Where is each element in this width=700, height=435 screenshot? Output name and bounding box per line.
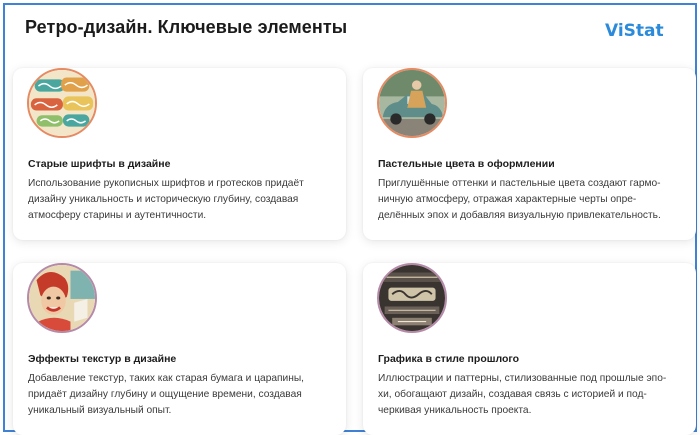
card-text-line: Приглушённые оттенки и пастельные цвета … <box>378 178 661 189</box>
card-text-line: придаёт дизайну глубину и ощущение време… <box>28 389 302 400</box>
card-title: Старые шрифты в дизайне <box>28 158 171 170</box>
card-text-line: черкивая уникальность проекта. <box>378 405 532 416</box>
card-text-line: Использование рукописных шрифтов и гроте… <box>28 178 304 189</box>
card-retro-graphics: Графика в стиле прошлого Иллюстрации и п… <box>363 263 696 435</box>
card-text: Приглушённые оттенки и пастельные цвета … <box>378 176 688 224</box>
card-title: Графика в стиле прошлого <box>378 353 520 365</box>
card-text-line: уникальный визуальный опыт. <box>28 405 172 416</box>
pinup-poster-icon <box>27 263 97 333</box>
victorian-typography-icon <box>377 263 447 333</box>
card-text-line: Добавление текстур, таких как старая бум… <box>28 373 305 384</box>
page-title: Ретро-дизайн. Ключевые элементы <box>25 17 348 37</box>
card-title: Эффекты текстур в дизайне <box>28 353 177 365</box>
card-text-line: атмосферу старины и аутентичности. <box>28 210 207 221</box>
card-text-line: дизайну уникальность и историческую глуб… <box>28 194 299 205</box>
card-old-fonts: Старые шрифты в дизайне Использование ру… <box>13 68 346 240</box>
card-texture-effects: Эффекты текстур в дизайне Добавление тек… <box>13 263 346 435</box>
card-text-line: ничную атмосферу, отражая характерные че… <box>378 194 637 205</box>
card-text-line: хи, обогащают дизайн, создавая связь с и… <box>378 389 647 400</box>
card-text-line: Иллюстрации и паттерны, стилизованные по… <box>378 373 667 384</box>
slide-frame: Ретро-дизайн. Ключевые элементы ViStat С… <box>3 3 697 435</box>
card-text: Иллюстрации и паттерны, стилизованные по… <box>378 371 688 419</box>
card-text: Использование рукописных шрифтов и гроте… <box>28 176 338 224</box>
retro-lettering-icon <box>27 68 97 138</box>
card-pastel-colors: Пастельные цвета в оформлении Приглушённ… <box>363 68 696 240</box>
card-text: Добавление текстур, таких как старая бум… <box>28 371 338 419</box>
card-title: Пастельные цвета в оформлении <box>378 158 555 170</box>
card-text-line: делённых эпох и добавляя визуальную прив… <box>378 210 661 221</box>
vistat-logo: ViStat <box>605 13 667 53</box>
vintage-car-icon <box>377 68 447 138</box>
logo-text: ViStat <box>605 21 664 41</box>
